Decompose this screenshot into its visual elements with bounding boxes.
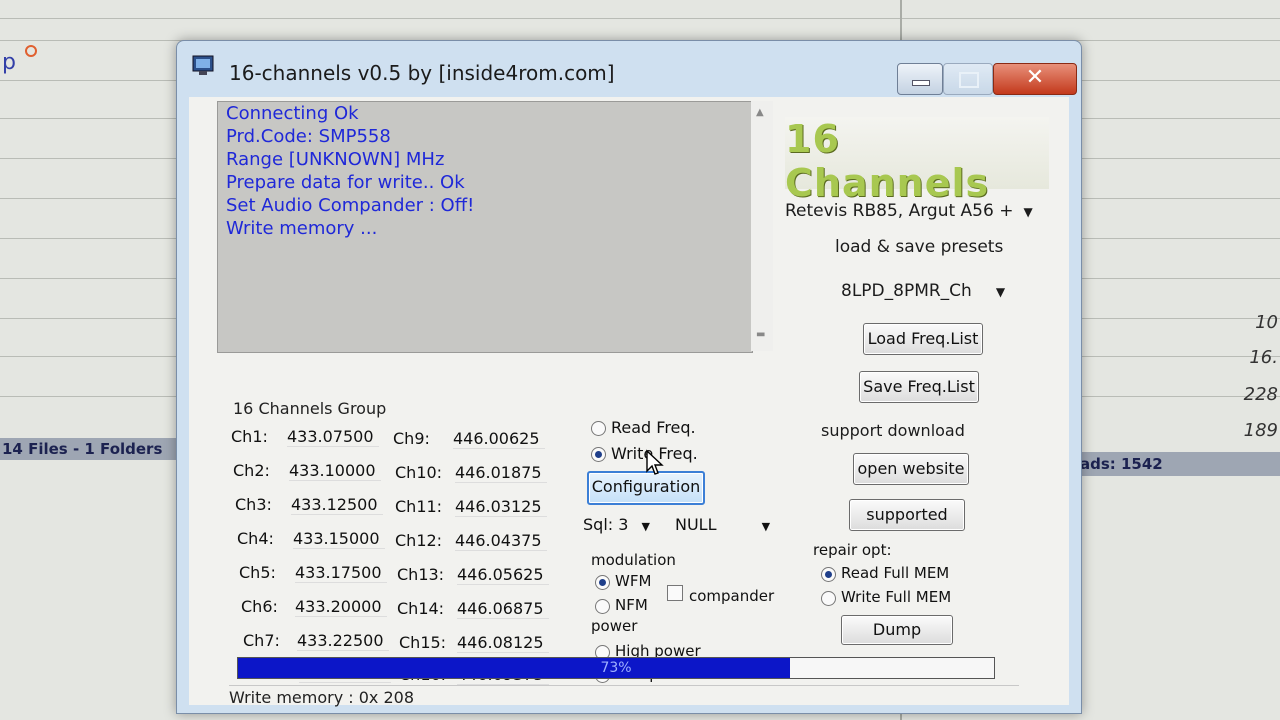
preset-select-value: 8LPD_8PMR_Ch [841, 281, 972, 301]
support-label: support download [821, 421, 965, 440]
read-freq-label: Read Freq. [611, 418, 696, 437]
log-line: Write memory ... [226, 218, 378, 239]
bg-number: 10 [1255, 312, 1278, 333]
scroll-down-icon[interactable]: ▬ [756, 329, 765, 340]
progress-bar: 73% [237, 657, 995, 679]
scroll-up-icon[interactable]: ▲ [756, 107, 764, 118]
channel-label: Ch1: [231, 427, 268, 446]
progress-text: 73% [600, 660, 632, 676]
write-full-mem-radio[interactable] [821, 591, 836, 606]
open-website-button[interactable]: open website [853, 453, 969, 485]
chevron-down-icon: ▼ [761, 520, 771, 533]
channel-label: Ch3: [235, 495, 272, 514]
channel-value[interactable]: 433.07500 [287, 427, 379, 447]
logo: 16 Channels [785, 117, 1049, 205]
channel-label: Ch2: [233, 461, 270, 480]
ctcss-select[interactable]: NULL ▼ [675, 515, 770, 534]
channel-label: Ch5: [239, 563, 276, 582]
app-window: 16-channels v0.5 by [inside4rom.com] ✕ C… [176, 40, 1082, 714]
bg-number: 189 [1243, 420, 1278, 441]
wfm-radio[interactable] [595, 575, 610, 590]
chevron-down-icon: ▼ [641, 520, 650, 533]
read-full-mem-radio[interactable] [821, 567, 836, 582]
power-label: power [591, 617, 638, 635]
model-select-value: Retevis RB85, Argut A56 + [785, 201, 1014, 221]
bg-number: 228 [1243, 384, 1278, 405]
chevron-down-icon: ▼ [995, 285, 1006, 299]
modulation-label: modulation [591, 551, 676, 569]
channel-label: Ch11: [395, 497, 443, 516]
channel-value[interactable]: 433.12500 [291, 495, 383, 515]
log-line: Prepare data for write.. Ok [226, 172, 465, 193]
client-area: Connecting Ok Prd.Code: SMP558 Range [UN… [189, 97, 1069, 707]
maximize-button[interactable] [943, 63, 993, 95]
channel-label: Ch7: [243, 631, 280, 650]
repair-label: repair opt: [813, 541, 892, 559]
channel-value[interactable]: 446.03125 [455, 497, 547, 517]
channel-label: Ch13: [397, 565, 445, 584]
write-full-mem-label: Write Full MEM [841, 588, 952, 606]
channel-label: Ch12: [395, 531, 443, 550]
channel-value[interactable]: 433.10000 [289, 461, 381, 481]
channel-value[interactable]: 433.22500 [297, 631, 389, 651]
log-scrollbar[interactable]: ▲ ▬ [751, 101, 773, 351]
channel-value[interactable]: 446.01875 [455, 463, 547, 483]
sql-value: 3 [618, 515, 629, 534]
read-freq-radio[interactable] [591, 421, 606, 436]
save-freq-list-button[interactable]: Save Freq.List [859, 371, 979, 403]
dump-button[interactable]: Dump [841, 615, 953, 645]
channel-value[interactable]: 433.15000 [293, 529, 385, 549]
close-button[interactable]: ✕ [993, 63, 1077, 95]
log-line: Prd.Code: SMP558 [226, 126, 391, 147]
channel-label: Ch10: [395, 463, 443, 482]
channel-label: Ch9: [393, 429, 430, 448]
preset-select[interactable]: 8LPD_8PMR_Ch ▼ [841, 281, 1005, 301]
sql-select[interactable]: Sql: 3 ▼ [583, 515, 650, 534]
compander-checkbox[interactable] [667, 585, 683, 601]
nfm-label: NFM [615, 596, 648, 614]
read-full-mem-label: Read Full MEM [841, 564, 950, 582]
compander-label: compander [689, 587, 775, 605]
write-freq-radio[interactable] [591, 447, 606, 462]
log-line: Set Audio Compander : Off! [226, 195, 475, 216]
nfm-radio[interactable] [595, 599, 610, 614]
bg-number: 16. [1249, 347, 1278, 368]
mouse-cursor-icon [646, 449, 664, 475]
supported-button[interactable]: supported [849, 499, 965, 531]
bg-status-left: 14 Files - 1 Folders [0, 438, 202, 460]
channel-value[interactable]: 433.20000 [295, 597, 387, 617]
sql-label: Sql: [583, 515, 614, 534]
log-box[interactable]: Connecting Ok Prd.Code: SMP558 Range [UN… [217, 101, 753, 353]
channel-value[interactable]: 446.06875 [457, 599, 549, 619]
channel-value[interactable]: 446.04375 [455, 531, 547, 551]
bg-status-dot-icon [25, 45, 37, 57]
status-bar: Write memory : 0x 208 [229, 685, 1019, 710]
channel-value[interactable]: 446.08125 [457, 633, 549, 653]
chevron-down-icon: ▼ [1023, 205, 1033, 219]
log-line: Range [UNKNOWN] MHz [226, 149, 445, 170]
presets-label: load & save presets [835, 237, 1004, 257]
channel-value[interactable]: 433.17500 [295, 563, 387, 583]
log-line: Connecting Ok [226, 103, 359, 124]
load-freq-list-button[interactable]: Load Freq.List [863, 323, 983, 355]
bg-left-title: p [2, 50, 16, 75]
channel-label: Ch14: [397, 599, 445, 618]
title-bar[interactable]: 16-channels v0.5 by [inside4rom.com] ✕ [177, 41, 1081, 95]
app-icon [192, 55, 214, 75]
channel-value[interactable]: 446.05625 [457, 565, 549, 585]
channel-label: Ch4: [237, 529, 274, 548]
minimize-button[interactable] [897, 63, 943, 95]
model-select[interactable]: Retevis RB85, Argut A56 + ▼ [785, 201, 1033, 221]
channels-group-title: 16 Channels Group [233, 399, 387, 418]
ctcss-value: NULL [675, 515, 717, 534]
channel-value[interactable]: 446.00625 [453, 429, 545, 449]
wfm-label: WFM [615, 572, 652, 590]
window-title: 16-channels v0.5 by [inside4rom.com] [229, 61, 615, 85]
channel-label: Ch15: [399, 633, 447, 652]
channel-label: Ch6: [241, 597, 278, 616]
